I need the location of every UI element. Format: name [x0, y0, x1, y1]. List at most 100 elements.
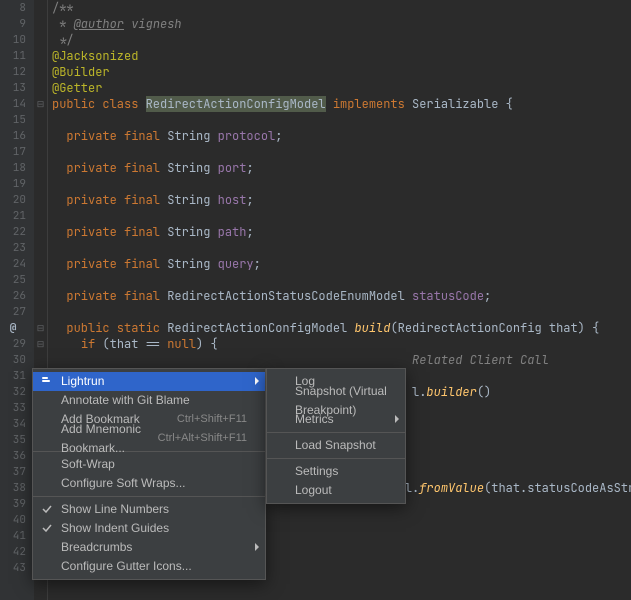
fold-spacer	[34, 304, 47, 320]
menu-item-label: Configure Soft Wraps...	[61, 474, 186, 493]
submenu-item-logout[interactable]: Logout	[267, 481, 405, 500]
code-line[interactable]: public static RedirectActionConfigModel …	[52, 320, 631, 336]
gutter-context-menu: Lightrun Annotate with Git Blame Add Boo…	[32, 368, 266, 580]
code-line[interactable]: @Builder	[52, 64, 631, 80]
line-number-gutter[interactable]: 89101112131415161718192021222324252627@2…	[0, 0, 34, 600]
line-number[interactable]: 21	[0, 208, 26, 224]
code-line[interactable]	[52, 144, 631, 160]
fold-toggle-icon[interactable]: ⊟	[34, 320, 47, 336]
code-line[interactable]: private final String host;	[52, 192, 631, 208]
code-line[interactable]: private final String query;	[52, 256, 631, 272]
menu-item-label: Settings	[295, 462, 338, 481]
line-number[interactable]: 15	[0, 112, 26, 128]
code-line[interactable]: private final String path;	[52, 224, 631, 240]
menu-item-breadcrumbs[interactable]: Breadcrumbs	[33, 538, 265, 557]
submenu-item-snapshot[interactable]: Snapshot (Virtual Breakpoint)	[267, 391, 405, 410]
line-number[interactable]: 42	[0, 544, 26, 560]
submenu-item-metrics[interactable]: Metrics	[267, 410, 405, 429]
fold-spacer	[34, 144, 47, 160]
code-line[interactable]	[52, 240, 631, 256]
submenu-arrow-icon	[255, 543, 259, 551]
line-number[interactable]: 14	[0, 96, 26, 112]
line-number[interactable]: 29	[0, 336, 26, 352]
line-number[interactable]: 40	[0, 512, 26, 528]
code-line[interactable]	[52, 176, 631, 192]
menu-item-label: Logout	[295, 481, 332, 500]
code-line[interactable]: private final String port;	[52, 160, 631, 176]
code-line[interactable]: @Getter	[52, 80, 631, 96]
line-number[interactable]: 32	[0, 384, 26, 400]
line-number[interactable]: 38	[0, 480, 26, 496]
line-number[interactable]: 41	[0, 528, 26, 544]
line-number[interactable]: 24	[0, 256, 26, 272]
lightrun-submenu: Log Snapshot (Virtual Breakpoint) Metric…	[266, 368, 406, 504]
menu-item-shortcut: Ctrl+Alt+Shift+F11	[158, 429, 247, 448]
fold-spacer	[34, 32, 47, 48]
fold-toggle-icon[interactable]: ⊟	[34, 336, 47, 352]
line-number[interactable]: 22	[0, 224, 26, 240]
code-line[interactable]: if (that == null) {	[52, 336, 631, 352]
line-number[interactable]: 10	[0, 32, 26, 48]
menu-item-configure-gutter-icons[interactable]: Configure Gutter Icons...	[33, 557, 265, 576]
line-number[interactable]: 39	[0, 496, 26, 512]
line-number[interactable]: 11	[0, 48, 26, 64]
fold-spacer	[34, 48, 47, 64]
menu-item-add-mnemonic-bookmark[interactable]: Add Mnemonic Bookmark... Ctrl+Alt+Shift+…	[33, 429, 265, 448]
menu-item-configure-soft-wraps[interactable]: Configure Soft Wraps...	[33, 474, 265, 493]
submenu-arrow-icon	[395, 415, 399, 423]
code-line[interactable]: * @author vignesh	[52, 16, 631, 32]
code-line[interactable]: @Jacksonized	[52, 48, 631, 64]
menu-item-label: Lightrun	[61, 372, 104, 391]
code-line[interactable]	[52, 208, 631, 224]
line-number[interactable]: 8	[0, 0, 26, 16]
line-number[interactable]: 36	[0, 448, 26, 464]
submenu-item-settings[interactable]: Settings	[267, 462, 405, 481]
code-line[interactable]: Related Client Call	[52, 352, 631, 368]
code-line[interactable]: private final RedirectActionStatusCodeEn…	[52, 288, 631, 304]
line-number[interactable]: 37	[0, 464, 26, 480]
menu-item-shortcut: Ctrl+Shift+F11	[177, 410, 247, 429]
line-number[interactable]: 19	[0, 176, 26, 192]
code-line[interactable]	[52, 272, 631, 288]
line-number[interactable]: 18	[0, 160, 26, 176]
line-number[interactable]: 23	[0, 240, 26, 256]
submenu-item-load-snapshot[interactable]: Load Snapshot	[267, 436, 405, 455]
line-number[interactable]: 9	[0, 16, 26, 32]
fold-spacer	[34, 192, 47, 208]
fold-spacer	[34, 240, 47, 256]
code-line[interactable]: /**	[52, 0, 631, 16]
code-line[interactable]: public class RedirectActionConfigModel i…	[52, 96, 631, 112]
menu-item-label: Annotate with Git Blame	[61, 391, 190, 410]
line-number[interactable]: 20	[0, 192, 26, 208]
code-line[interactable]: */	[52, 32, 631, 48]
line-number[interactable]: 12	[0, 64, 26, 80]
line-number[interactable]: 16	[0, 128, 26, 144]
line-number[interactable]: 25	[0, 272, 26, 288]
line-number[interactable]: 33	[0, 400, 26, 416]
code-line[interactable]	[52, 112, 631, 128]
line-number[interactable]: 17	[0, 144, 26, 160]
menu-item-show-indent-guides[interactable]: Show Indent Guides	[33, 519, 265, 538]
fold-spacer	[34, 256, 47, 272]
line-number[interactable]: 35	[0, 432, 26, 448]
fold-toggle-icon[interactable]: ⊟	[34, 96, 47, 112]
code-line[interactable]: private final String protocol;	[52, 128, 631, 144]
line-number[interactable]: 13	[0, 80, 26, 96]
line-number[interactable]: 27	[0, 304, 26, 320]
menu-item-lightrun[interactable]: Lightrun	[33, 372, 265, 391]
menu-item-annotate-git-blame[interactable]: Annotate with Git Blame	[33, 391, 265, 410]
line-number[interactable]: 31	[0, 368, 26, 384]
fold-spacer	[34, 160, 47, 176]
submenu-arrow-icon	[255, 377, 259, 385]
code-line[interactable]	[52, 304, 631, 320]
menu-item-label: Add Mnemonic Bookmark...	[61, 420, 158, 458]
menu-item-soft-wrap[interactable]: Soft-Wrap	[33, 455, 265, 474]
menu-item-label: Configure Gutter Icons...	[61, 557, 192, 576]
line-number[interactable]: 34	[0, 416, 26, 432]
line-number[interactable]: 30	[0, 352, 26, 368]
line-number[interactable]: @	[0, 320, 26, 336]
line-number[interactable]: 43	[0, 560, 26, 576]
menu-item-show-line-numbers[interactable]: Show Line Numbers	[33, 500, 265, 519]
line-number[interactable]: 26	[0, 288, 26, 304]
check-icon	[41, 522, 53, 534]
